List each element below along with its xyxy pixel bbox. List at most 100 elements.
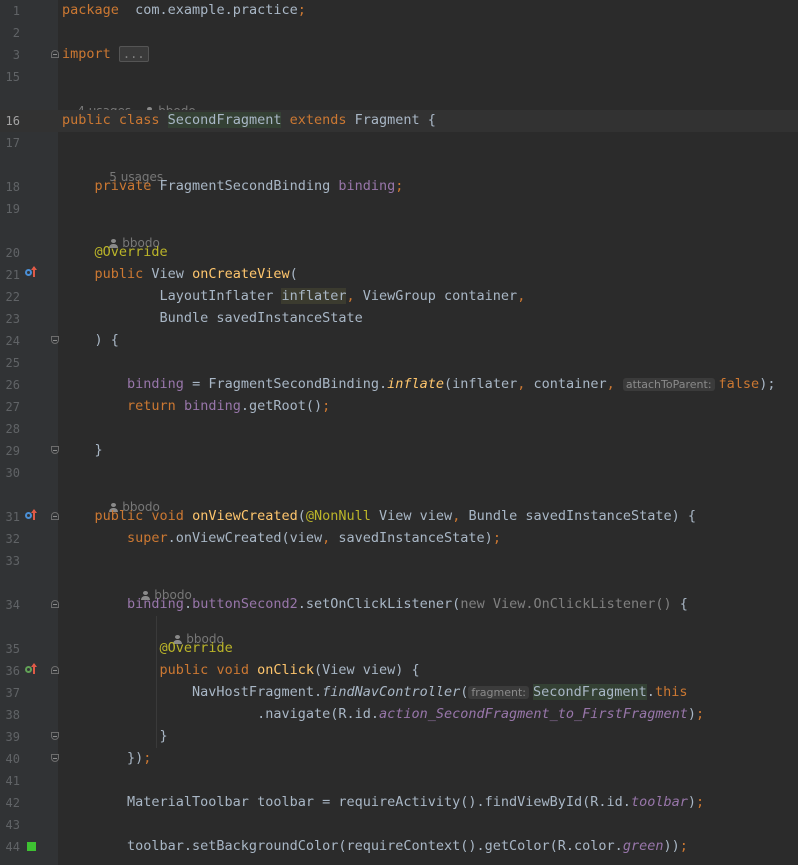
code-text[interactable]: import ...: [62, 46, 149, 62]
code-line[interactable]: 29 }: [0, 440, 798, 462]
code-text[interactable]: super.onViewCreated(view, savedInstanceS…: [62, 530, 501, 546]
override-method-icon[interactable]: [25, 266, 41, 279]
code-text[interactable]: @Override: [62, 244, 168, 260]
fold-icon[interactable]: [51, 732, 59, 740]
line-number[interactable]: 21: [0, 268, 20, 282]
code-line[interactable]: 3 import ...: [0, 44, 798, 66]
code-line[interactable]: 40 });: [0, 748, 798, 770]
code-text[interactable]: @Override: [62, 640, 233, 656]
code-line[interactable]: 43: [0, 814, 798, 836]
color-preview-icon[interactable]: [27, 842, 36, 851]
fold-icon[interactable]: [51, 666, 59, 674]
code-line[interactable]: 39 }: [0, 726, 798, 748]
code-text[interactable]: ) {: [62, 332, 119, 348]
code-text[interactable]: public View onCreateView(: [62, 266, 298, 282]
code-line[interactable]: 25: [0, 352, 798, 374]
code-line[interactable]: 32 super.onViewCreated(view, savedInstan…: [0, 528, 798, 550]
line-number[interactable]: 22: [0, 290, 20, 304]
line-number[interactable]: 44: [0, 840, 20, 854]
code-text[interactable]: });: [62, 750, 151, 766]
line-number[interactable]: 23: [0, 312, 20, 326]
implement-method-icon[interactable]: [25, 663, 41, 676]
code-line[interactable]: 38 .navigate(R.id.action_SecondFragment_…: [0, 704, 798, 726]
line-number[interactable]: 20: [0, 246, 20, 260]
line-number[interactable]: 39: [0, 730, 20, 744]
code-line[interactable]: 30: [0, 462, 798, 484]
line-number[interactable]: 25: [0, 356, 20, 370]
fold-icon[interactable]: [51, 446, 59, 454]
line-number[interactable]: 15: [0, 70, 20, 84]
line-number[interactable]: 2: [0, 26, 20, 40]
line-number[interactable]: 34: [0, 598, 20, 612]
line-number[interactable]: 41: [0, 774, 20, 788]
fold-icon[interactable]: [51, 600, 59, 608]
code-line[interactable]: 35 @Override: [0, 638, 798, 660]
code-line[interactable]: 2: [0, 22, 798, 44]
line-number[interactable]: 29: [0, 444, 20, 458]
fold-icon[interactable]: [51, 512, 59, 520]
line-number[interactable]: 42: [0, 796, 20, 810]
code-line[interactable]: 36 public void onClick(View view) {: [0, 660, 798, 682]
code-text[interactable]: NavHostFragment.findNavController(fragme…: [62, 684, 687, 700]
line-number[interactable]: 26: [0, 378, 20, 392]
override-method-icon[interactable]: [25, 509, 41, 522]
line-number[interactable]: 35: [0, 642, 20, 656]
line-number[interactable]: 28: [0, 422, 20, 436]
fold-icon[interactable]: [51, 754, 59, 762]
code-line[interactable]: 37 NavHostFragment.findNavController(fra…: [0, 682, 798, 704]
line-number[interactable]: 37: [0, 686, 20, 700]
line-number[interactable]: 3: [0, 48, 20, 62]
code-line[interactable]: 16 public class SecondFragment extends Fr…: [0, 110, 798, 132]
code-text[interactable]: LayoutInflater inflater, ViewGroup conta…: [62, 288, 525, 304]
line-number[interactable]: 33: [0, 554, 20, 568]
code-text[interactable]: return binding.getRoot();: [62, 398, 330, 414]
code-line[interactable]: 28: [0, 418, 798, 440]
code-line[interactable]: 15: [0, 66, 798, 88]
code-text[interactable]: package com.example.practice;: [62, 2, 306, 18]
code-line[interactable]: 19: [0, 198, 798, 220]
code-line[interactable]: 33: [0, 550, 798, 572]
code-line[interactable]: 44 toolbar.setBackgroundColor(requireCon…: [0, 836, 798, 858]
line-number[interactable]: 40: [0, 752, 20, 766]
line-number[interactable]: 30: [0, 466, 20, 480]
line-number[interactable]: 18: [0, 180, 20, 194]
code-text[interactable]: public void onViewCreated(@NonNull View …: [62, 508, 697, 524]
code-line[interactable]: 41: [0, 770, 798, 792]
code-line[interactable]: 42 MaterialToolbar toolbar = requireActi…: [0, 792, 798, 814]
code-text[interactable]: public class SecondFragment extends Frag…: [62, 112, 436, 128]
code-line[interactable]: 31 public void onViewCreated(@NonNull Vi…: [0, 506, 798, 528]
line-number[interactable]: 36: [0, 664, 20, 678]
code-line[interactable]: 1 package com.example.practice;: [0, 0, 798, 22]
line-number[interactable]: 19: [0, 202, 20, 216]
code-text[interactable]: binding.buttonSecond2.setOnClickListener…: [62, 596, 688, 612]
line-number[interactable]: 16: [0, 114, 20, 128]
code-text[interactable]: .navigate(R.id.action_SecondFragment_to_…: [62, 706, 704, 722]
code-text[interactable]: binding = FragmentSecondBinding.inflate(…: [62, 376, 784, 392]
code-line[interactable]: 23 Bundle savedInstanceState: [0, 308, 798, 330]
code-line[interactable]: 21 public View onCreateView(: [0, 264, 798, 286]
code-line[interactable]: 27 return binding.getRoot();: [0, 396, 798, 418]
code-line[interactable]: 24 ) {: [0, 330, 798, 352]
line-number[interactable]: 27: [0, 400, 20, 414]
code-text[interactable]: Bundle savedInstanceState: [62, 310, 363, 326]
code-text[interactable]: }: [62, 728, 168, 744]
line-number[interactable]: 43: [0, 818, 20, 832]
folded-imports[interactable]: ...: [118, 46, 149, 62]
line-number[interactable]: 17: [0, 136, 20, 150]
code-line[interactable]: 17: [0, 132, 798, 154]
line-number[interactable]: 32: [0, 532, 20, 546]
fold-icon[interactable]: [51, 336, 59, 344]
line-number[interactable]: 31: [0, 510, 20, 524]
line-number[interactable]: 24: [0, 334, 20, 348]
code-line[interactable]: 34 binding.buttonSecond2.setOnClickListe…: [0, 594, 798, 616]
line-number[interactable]: 1: [0, 4, 20, 18]
code-text[interactable]: private FragmentSecondBinding binding;: [62, 178, 404, 194]
code-text[interactable]: }: [62, 442, 103, 458]
code-line[interactable]: 18 private FragmentSecondBinding binding…: [0, 176, 798, 198]
fold-icon[interactable]: [51, 50, 59, 58]
code-line[interactable]: 22 LayoutInflater inflater, ViewGroup co…: [0, 286, 798, 308]
code-text[interactable]: public void onClick(View view) {: [62, 662, 420, 678]
code-line[interactable]: 26 binding = FragmentSecondBinding.infla…: [0, 374, 798, 396]
code-text[interactable]: MaterialToolbar toolbar = requireActivit…: [62, 794, 704, 810]
code-line[interactable]: 20 @Override: [0, 242, 798, 264]
